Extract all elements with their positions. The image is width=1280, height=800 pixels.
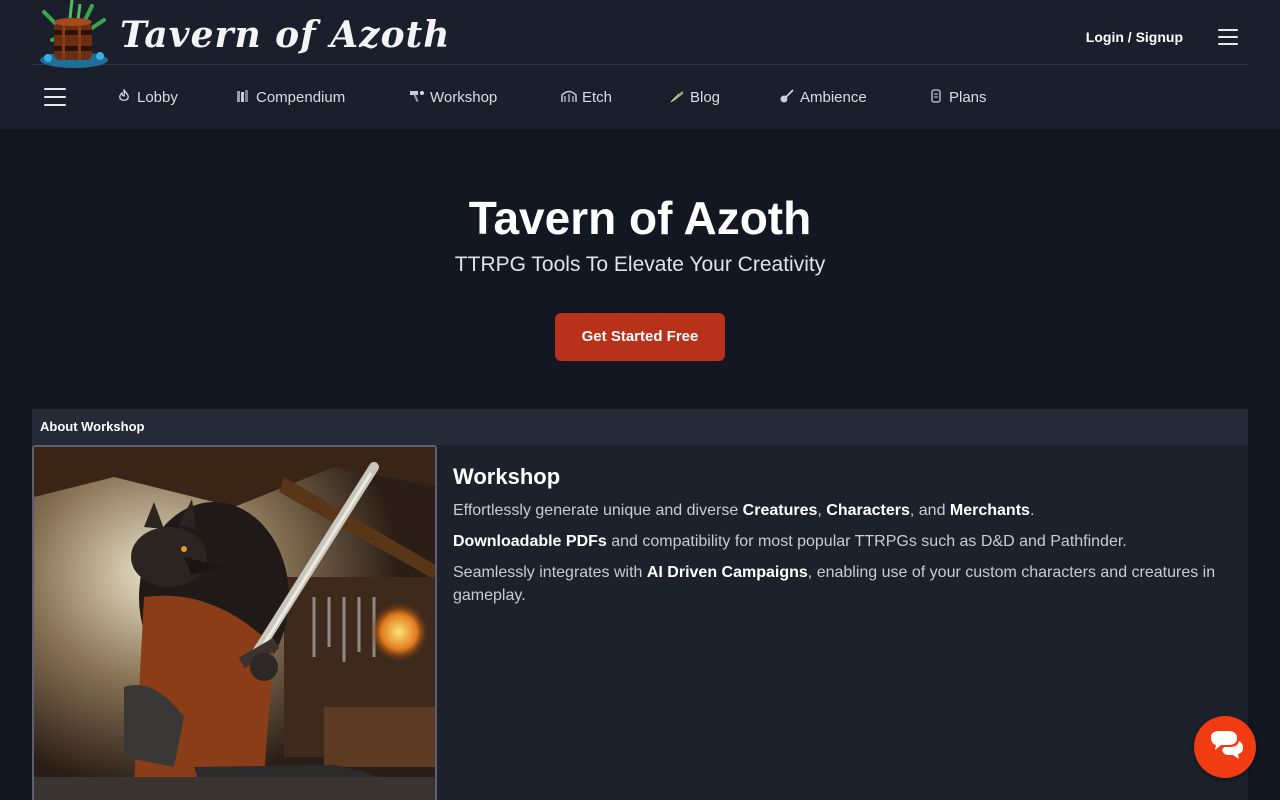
creatures-term: Creatures xyxy=(742,502,818,519)
nav-label: Workshop xyxy=(430,88,498,106)
main-nav: Lobby Compendium Workshop Etch Blog Ambi… xyxy=(0,66,1280,129)
text-run: , xyxy=(817,502,827,519)
nav-item-compendium[interactable]: Compendium xyxy=(235,86,345,108)
nav-item-lobby[interactable]: Lobby xyxy=(116,86,178,108)
nav-label: Lobby xyxy=(137,88,178,106)
nav-item-ambience[interactable]: Ambience xyxy=(779,86,867,108)
characters-term: Characters xyxy=(826,502,910,519)
guitar-icon xyxy=(779,89,795,105)
top-header: Tavern of Azoth Login / Signup Lobby Com… xyxy=(0,0,1280,129)
sidebar-toggle-icon[interactable] xyxy=(44,88,66,106)
hero-title: Tavern of Azoth xyxy=(468,192,812,244)
merchants-term: Merchants xyxy=(949,502,1030,519)
feature-pdf-text: Downloadable PDFs and compatibility for … xyxy=(453,530,1223,553)
text-run: Seamlessly integrates with xyxy=(453,564,647,581)
feature-generation-text: Effortlessly generate unique and diverse… xyxy=(453,499,1223,522)
chat-bubbles-icon xyxy=(1211,731,1243,759)
nav-label: Plans xyxy=(949,88,987,106)
brand-title[interactable]: Tavern of Azoth xyxy=(120,10,450,60)
hammer-icon xyxy=(409,89,425,105)
nav-label: Compendium xyxy=(256,88,346,106)
about-title: Workshop xyxy=(453,464,561,489)
bridge-icon xyxy=(561,89,577,105)
logo-barrel-icon[interactable] xyxy=(34,0,114,70)
pdf-term: Downloadable PDFs xyxy=(453,533,607,550)
nav-label: Blog xyxy=(690,88,721,106)
books-icon xyxy=(235,89,251,105)
nav-item-blog[interactable]: Blog xyxy=(669,86,720,108)
workshop-illustration xyxy=(32,445,437,800)
text-run: , and xyxy=(909,502,950,519)
about-section-header: About Workshop xyxy=(32,409,1248,445)
text-run: Effortlessly generate unique and diverse xyxy=(453,502,743,519)
about-text: Workshop Effortlessly generate unique an… xyxy=(453,463,1223,615)
scroll-icon xyxy=(928,89,944,105)
get-started-button[interactable]: Get Started Free xyxy=(555,313,725,361)
nav-label: Ambience xyxy=(800,88,867,106)
nav-label: Etch xyxy=(582,88,613,106)
feature-campaign-text: Seamlessly integrates with AI Driven Cam… xyxy=(453,561,1223,607)
login-signup-link[interactable]: Login / Signup xyxy=(1086,29,1183,45)
menu-icon[interactable] xyxy=(1218,29,1238,45)
ai-campaigns-term: AI Driven Campaigns xyxy=(646,564,808,581)
feather-icon xyxy=(669,89,685,105)
text-run: and compatibility for most popular TTRPG… xyxy=(606,533,1127,550)
about-section: Workshop Effortlessly generate unique an… xyxy=(32,445,1248,800)
hero-subtitle: TTRPG Tools To Elevate Your Creativity xyxy=(454,253,826,276)
text-run: . xyxy=(1029,502,1035,519)
brand-bar: Tavern of Azoth Login / Signup xyxy=(32,0,1248,68)
nav-item-etch[interactable]: Etch xyxy=(561,86,612,108)
chat-button[interactable] xyxy=(1194,716,1256,778)
nav-item-workshop[interactable]: Workshop xyxy=(409,86,497,108)
nav-item-plans[interactable]: Plans xyxy=(928,86,987,108)
flame-icon xyxy=(116,87,132,105)
